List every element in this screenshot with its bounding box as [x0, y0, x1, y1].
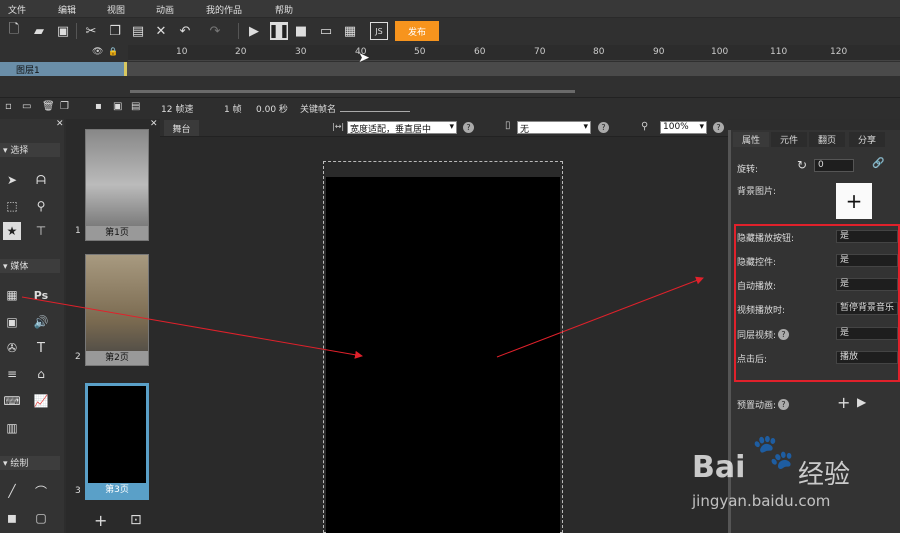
paw-icon: 🐾	[752, 432, 795, 472]
watermark-brand: Bai	[692, 450, 746, 485]
mouse-cursor-icon: ➤	[358, 50, 370, 66]
baidu-watermark: Bai 🐾 经验 jingyan.baidu.com	[688, 432, 888, 522]
watermark-brand2: 经验	[798, 460, 851, 490]
watermark-url: jingyan.baidu.com	[692, 492, 831, 510]
